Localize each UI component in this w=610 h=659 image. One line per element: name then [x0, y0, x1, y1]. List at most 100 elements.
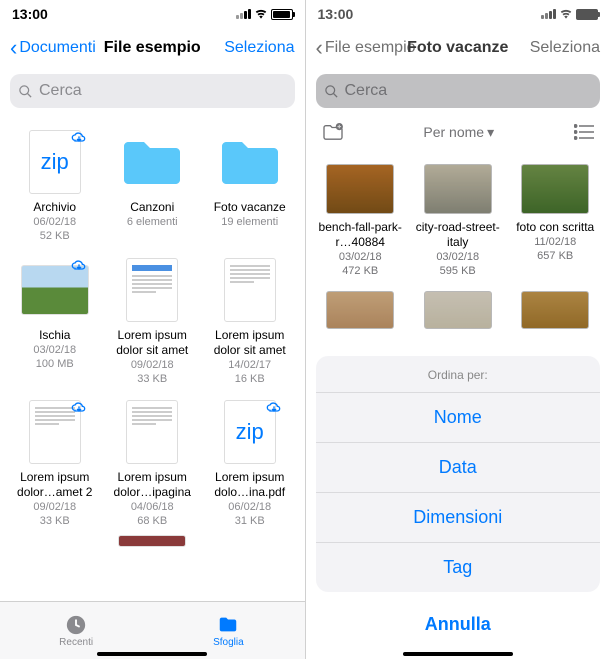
view-toolbar: Per nome▾ [306, 114, 610, 150]
sort-option-size[interactable]: Dimensioni [316, 493, 601, 543]
file-thumb [118, 398, 186, 466]
file-meta: 06/02/1831 KB [228, 500, 271, 529]
photo-thumbnail [326, 164, 394, 214]
cloud-download-icon [71, 258, 87, 272]
nav-bar: ‹File esempio Foto vacanze Seleziona [306, 28, 610, 68]
file-item[interactable]: zip Lorem ipsum dolo…ina.pdf06/02/1831 KB [201, 392, 298, 535]
file-thumb [216, 256, 284, 324]
search-icon [324, 84, 339, 99]
file-meta: 19 elementi [221, 215, 278, 229]
file-item[interactable]: Canzoni6 elementi [103, 122, 200, 250]
document-icon [126, 400, 178, 464]
photo-thumbnail [424, 291, 492, 329]
status-time: 13:00 [318, 6, 354, 22]
signal-icon [235, 6, 251, 22]
file-meta: 03/02/18100 MB [33, 343, 76, 372]
cloud-download-icon [71, 400, 87, 414]
file-thumb: zip [216, 398, 284, 466]
search-field[interactable]: Cerca [10, 74, 295, 108]
document-icon [224, 258, 276, 322]
file-meta: 03/02/18595 KB [436, 250, 479, 279]
file-item[interactable]: zipArchivio06/02/1852 KB [6, 122, 103, 250]
file-item[interactable] [409, 285, 506, 335]
select-button[interactable]: Seleziona [530, 39, 600, 57]
file-item[interactable]: Lorem ipsum dolor…ipagina04/06/1868 KB [103, 392, 200, 535]
cloud-download-icon [71, 130, 87, 144]
select-button[interactable]: Seleziona [224, 39, 294, 57]
wifi-icon [559, 7, 573, 21]
back-button[interactable]: ‹Documenti [10, 37, 96, 59]
file-item[interactable] [6, 535, 103, 557]
sort-option-tag[interactable]: Tag [316, 543, 601, 592]
sort-option-date[interactable]: Data [316, 443, 601, 493]
file-name: bench-fall-park-r…40884 [316, 220, 405, 250]
new-folder-icon[interactable] [322, 123, 344, 141]
search-placeholder: Cerca [345, 82, 388, 100]
sort-button[interactable]: Per nome▾ [423, 124, 494, 141]
tab-bar: Recenti Sfoglia [0, 601, 305, 659]
file-item[interactable]: Foto vacanze19 elementi [201, 122, 298, 250]
photo-thumbnail [521, 291, 589, 329]
file-meta: 14/02/1716 KB [228, 358, 271, 387]
file-meta: 09/02/1833 KB [131, 358, 174, 387]
clock-icon [64, 614, 88, 636]
folder-icon [120, 136, 184, 188]
photo-thumbnail [326, 291, 394, 329]
file-item[interactable] [312, 285, 409, 335]
chevron-left-icon: ‹ [316, 37, 323, 59]
file-item[interactable]: bench-fall-park-r…4088403/02/18472 KB [312, 158, 409, 285]
file-name: Lorem ipsum dolo…ina.pdf [205, 470, 294, 500]
status-bar: 13:00 [306, 0, 610, 28]
signal-icon [540, 6, 556, 22]
file-item[interactable]: foto con scritta11/02/18657 KB [506, 158, 603, 285]
file-item[interactable]: Lorem ipsum dolor…amet 209/02/1833 KB [6, 392, 103, 535]
photo-thumbnail [521, 164, 589, 214]
file-item[interactable]: Lorem ipsum dolor sit amet09/02/1833 KB [103, 250, 200, 393]
photo-thumbnail [21, 265, 89, 315]
file-thumb [216, 128, 284, 196]
left-screenshot: 13:00 ‹Documenti File esempio Seleziona … [0, 0, 305, 659]
file-thumb [21, 398, 89, 466]
nav-bar: ‹Documenti File esempio Seleziona [0, 28, 305, 68]
right-screenshot: 13:00 ‹File esempio Foto vacanze Selezio… [306, 0, 610, 659]
sort-option-name[interactable]: Nome [316, 393, 601, 443]
sheet-title: Ordina per: [316, 356, 601, 393]
battery-icon [271, 9, 293, 20]
tab-browse[interactable]: Sfoglia [152, 602, 304, 659]
search-field[interactable]: Cerca [316, 74, 601, 108]
document-icon [126, 258, 178, 322]
chevron-down-icon: ▾ [487, 124, 494, 141]
search-icon [18, 84, 33, 99]
sheet-cancel[interactable]: Annulla [316, 600, 601, 649]
home-indicator [97, 652, 207, 656]
file-name: city-road-street-italy [413, 220, 502, 250]
status-indicators [540, 6, 598, 22]
file-name: Lorem ipsum dolor sit amet [107, 328, 196, 358]
back-button[interactable]: ‹File esempio [316, 37, 416, 59]
status-bar: 13:00 [0, 0, 305, 28]
file-thumb [118, 128, 186, 196]
battery-icon [576, 9, 598, 20]
action-sheet: Ordina per: Nome Data Dimensioni Tag Ann… [316, 356, 601, 649]
file-name: Lorem ipsum dolor…amet 2 [10, 470, 99, 500]
file-meta: 04/06/1868 KB [131, 500, 174, 529]
file-item[interactable]: Ischia03/02/18100 MB [6, 250, 103, 393]
home-indicator [403, 652, 513, 656]
folder-icon [216, 614, 240, 636]
chevron-left-icon: ‹ [10, 37, 17, 59]
folder-icon [218, 136, 282, 188]
wifi-icon [254, 7, 268, 21]
file-name: Archivio [33, 200, 76, 215]
list-view-icon[interactable] [574, 124, 594, 140]
tab-recents[interactable]: Recenti [0, 602, 152, 659]
status-indicators [235, 6, 293, 22]
file-item[interactable] [506, 285, 603, 335]
file-item[interactable] [103, 535, 200, 557]
file-name: Canzoni [130, 200, 174, 215]
file-item[interactable]: Lorem ipsum dolor sit amet14/02/1716 KB [201, 250, 298, 393]
file-name: Ischia [39, 328, 70, 343]
file-meta: 03/02/18472 KB [339, 250, 382, 279]
file-thumb: zip [21, 128, 89, 196]
file-thumb [118, 256, 186, 324]
file-item[interactable]: city-road-street-italy03/02/18595 KB [409, 158, 506, 285]
